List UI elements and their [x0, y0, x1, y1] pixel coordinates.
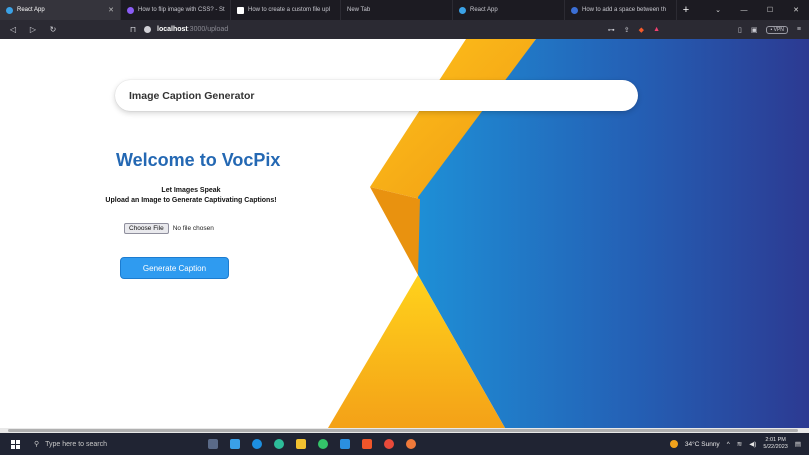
- reload-icon[interactable]: ↻: [48, 25, 58, 34]
- address-bar[interactable]: ⊓ localhost:3000/upload: [128, 25, 228, 34]
- rewards-icon[interactable]: ▲: [653, 26, 660, 33]
- postman-icon[interactable]: [406, 439, 416, 449]
- volume-icon[interactable]: ◀): [749, 440, 756, 448]
- task-view-icon[interactable]: [208, 439, 218, 449]
- tagline-line-2: Upload an Image to Generate Captivating …: [105, 197, 277, 204]
- browser-window: React App ✕ How to flip image with CSS? …: [0, 0, 809, 455]
- sidebar-icon[interactable]: ▯: [738, 26, 742, 34]
- tray-overflow-icon[interactable]: ^: [727, 441, 730, 448]
- scrollbar-thumb[interactable]: [8, 429, 798, 432]
- start-button[interactable]: [6, 433, 24, 455]
- wallet-icon[interactable]: ▣: [751, 26, 758, 34]
- share-icon[interactable]: ⇪: [624, 26, 630, 34]
- tab-react-app-2[interactable]: React App: [453, 0, 565, 20]
- navbar-title: Image Caption Generator: [129, 89, 255, 102]
- back-icon[interactable]: ◁: [8, 25, 18, 34]
- weather-sun-icon: [669, 440, 678, 448]
- maximize-icon[interactable]: ☐: [757, 6, 783, 14]
- react-icon: [459, 6, 466, 14]
- no-file-text: No file chosen: [172, 225, 214, 232]
- search-placeholder: Type here to search: [45, 440, 108, 448]
- clock-date: 5/22/2023: [763, 444, 788, 450]
- react-icon: [6, 6, 13, 14]
- url-text: localhost:3000/upload: [157, 26, 228, 33]
- edge-icon[interactable]: [274, 439, 284, 449]
- clock-time: 2:01 PM: [765, 437, 786, 443]
- toolbar: ◁ ▷ ↻ ⊓ localhost:3000/upload ⊶ ⇪ ◆ ▲ ▯ …: [0, 20, 809, 39]
- clock[interactable]: 2:01 PM 5/22/2023: [763, 437, 787, 451]
- forward-icon[interactable]: ▷: [28, 25, 38, 34]
- brave-icon[interactable]: [362, 439, 372, 449]
- windows-taskbar: ⚲ Type here to search 34°C Sunny ^ ≋ ◀) …: [0, 433, 809, 455]
- close-window-icon[interactable]: ✕: [783, 6, 809, 14]
- window-controls: ⌄ — ☐ ✕: [705, 0, 809, 20]
- tab-flip-image[interactable]: How to flip image with CSS? - St: [121, 0, 231, 20]
- bookmark-icon[interactable]: ⊓: [128, 25, 138, 34]
- file-input: Choose File No file chosen: [124, 223, 214, 234]
- tab-new-tab[interactable]: New Tab: [341, 0, 453, 20]
- system-tray: 34°C Sunny ^ ≋ ◀) 2:01 PM 5/22/2023 ▤: [669, 437, 809, 451]
- taskbar-search[interactable]: ⚲ Type here to search: [24, 433, 174, 455]
- key-icon[interactable]: ⊶: [608, 26, 615, 34]
- tab-label: How to create a custom file upl: [248, 7, 331, 13]
- tagline-line-1: Let Images Speak: [161, 187, 221, 194]
- tab-label: React App: [470, 7, 498, 13]
- menu-icon[interactable]: ≡: [797, 26, 801, 33]
- tab-label: New Tab: [347, 7, 371, 13]
- tab-label: How to add a space between th: [582, 7, 667, 13]
- search-icon: ⚲: [34, 441, 40, 448]
- close-tab-icon[interactable]: ✕: [108, 6, 114, 14]
- url-path: :3000/upload: [187, 26, 229, 33]
- tab-label: How to flip image with CSS? - St: [138, 7, 225, 13]
- brave-shield-icon[interactable]: ◆: [639, 26, 644, 34]
- generate-caption-button[interactable]: Generate Caption: [120, 257, 229, 279]
- widgets-icon[interactable]: [230, 439, 240, 449]
- cortana-icon[interactable]: [252, 439, 262, 449]
- dev-icon: [237, 6, 244, 14]
- choose-file-button[interactable]: Choose File: [124, 223, 169, 234]
- spotify-icon[interactable]: [318, 439, 328, 449]
- site-info-icon[interactable]: [144, 26, 151, 33]
- tab-list-icon[interactable]: ⌄: [705, 6, 731, 14]
- chrome-icon[interactable]: [384, 439, 394, 449]
- tab-label: React App: [17, 7, 45, 13]
- notifications-icon[interactable]: ▤: [795, 440, 801, 448]
- minimize-icon[interactable]: —: [731, 7, 757, 14]
- file-explorer-icon[interactable]: [296, 439, 306, 449]
- new-tab-button[interactable]: +: [677, 0, 695, 20]
- taskbar-apps: [208, 439, 416, 449]
- toolbar-actions: ⊶ ⇪ ◆ ▲ ▯ ▣ • VPN ≡: [608, 25, 801, 34]
- windows-icon: [10, 439, 20, 449]
- tab-custom-file-upload[interactable]: How to create a custom file upl: [231, 0, 341, 20]
- tab-strip: React App ✕ How to flip image with CSS? …: [0, 0, 809, 20]
- tab-react-app[interactable]: React App ✕: [0, 0, 121, 20]
- page-viewport: Image Caption Generator Welcome to VocPi…: [0, 39, 809, 428]
- vpn-button[interactable]: • VPN: [766, 25, 788, 34]
- site-icon: [571, 6, 578, 14]
- site-icon: [127, 6, 134, 14]
- welcome-heading: Welcome to VocPix: [116, 150, 281, 170]
- app-navbar: Image Caption Generator: [115, 80, 638, 111]
- vscode-icon[interactable]: [340, 439, 350, 449]
- weather-text[interactable]: 34°C Sunny: [685, 441, 720, 448]
- tab-space-between[interactable]: How to add a space between th: [565, 0, 677, 20]
- url-host: localhost: [157, 26, 188, 33]
- network-icon[interactable]: ≋: [737, 440, 742, 448]
